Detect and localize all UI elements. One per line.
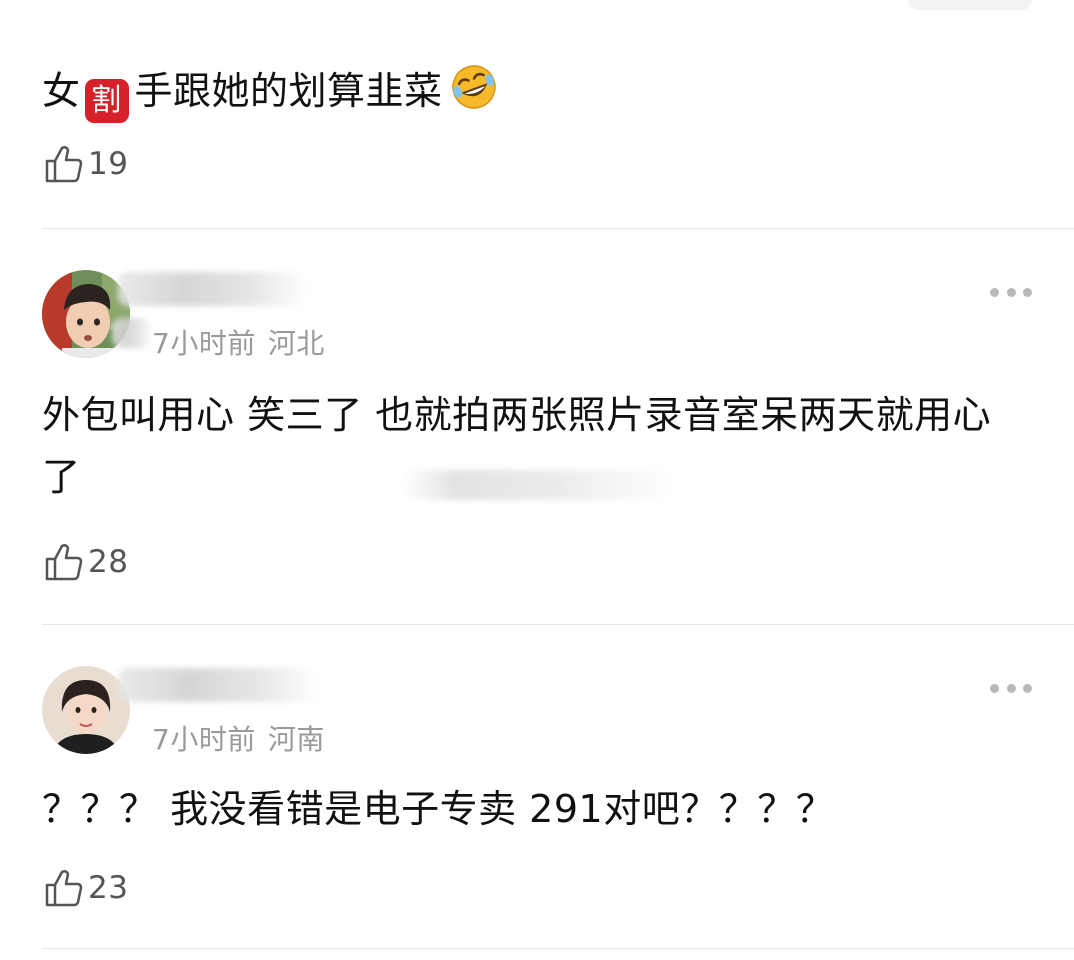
comment-time: 7小时前 [152, 327, 256, 360]
like-count: 19 [88, 146, 129, 182]
thumbs-up-icon [45, 870, 83, 907]
top-action-pill [908, 0, 1032, 10]
like-button[interactable]: 19 [44, 142, 128, 186]
comment-location: 河南 [267, 723, 325, 756]
like-count: 23 [88, 870, 129, 906]
cut-emoji-icon: 割 [84, 79, 129, 123]
like-button[interactable]: 23 [44, 866, 128, 910]
thumbs-up-icon [45, 146, 83, 183]
more-options-icon[interactable] [990, 286, 1032, 298]
like-count: 28 [88, 544, 129, 580]
thumbs-up-icon [45, 544, 83, 581]
comment-meta: 7小时前 河南 [152, 718, 325, 758]
comment-text-part: 手跟她的划算韭菜 [134, 69, 443, 113]
comment-text: 女割手跟她的划算韭菜 [42, 60, 1022, 123]
divider [42, 948, 1074, 949]
redaction-blur [402, 470, 672, 500]
like-button[interactable]: 28 [44, 540, 128, 584]
redaction-blur [112, 318, 152, 348]
more-options-icon[interactable] [990, 682, 1032, 694]
username-redacted [118, 272, 308, 306]
comment-text: ？？？ 我没看错是电子专卖 291对吧？？？？ [42, 787, 835, 831]
username-redacted [118, 668, 318, 702]
divider [42, 624, 1074, 625]
laughing-emoji-icon [451, 65, 496, 109]
comment-location: 河北 [267, 327, 325, 360]
comment-meta: 7小时前 河北 [152, 322, 325, 362]
avatar[interactable] [42, 666, 130, 754]
comment-time: 7小时前 [152, 723, 256, 756]
divider [42, 228, 1074, 229]
comment-text-part: 女 [42, 69, 81, 113]
